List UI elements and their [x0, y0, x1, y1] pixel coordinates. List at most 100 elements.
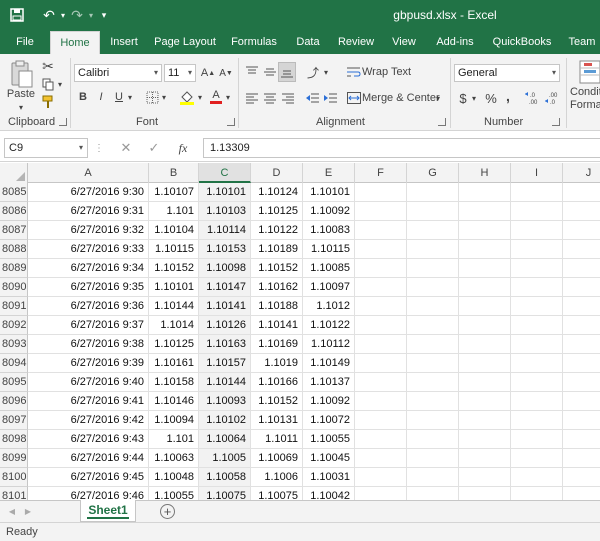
insert-function-icon[interactable]: fx	[172, 139, 194, 157]
tab-file[interactable]: File	[8, 30, 42, 54]
cell-d[interactable]: 1.10189	[251, 240, 303, 259]
tab-view[interactable]: View	[388, 30, 420, 54]
italic-button[interactable]: I	[94, 88, 108, 106]
bottom-align-icon[interactable]	[278, 62, 296, 82]
orientation-dropdown-icon[interactable]: ▾	[322, 64, 330, 80]
font-size-dropdown-icon[interactable]: ▾	[188, 65, 192, 81]
cell-j[interactable]	[563, 354, 600, 373]
cell-b[interactable]: 1.10125	[149, 335, 199, 354]
font-name-combo[interactable]: Calibri ▾	[74, 64, 162, 82]
orientation-icon[interactable]: ⤴	[304, 64, 322, 80]
cell-c[interactable]: 1.10101	[199, 183, 251, 202]
cell-e[interactable]: 1.10101	[303, 183, 355, 202]
column-header-c[interactable]: C	[199, 163, 251, 183]
cell-j[interactable]	[563, 468, 600, 487]
cell-f[interactable]	[355, 316, 407, 335]
tab-formulas[interactable]: Formulas	[226, 30, 282, 54]
cell-a[interactable]: 6/27/2016 9:39	[28, 354, 149, 373]
cell-a[interactable]: 6/27/2016 9:43	[28, 430, 149, 449]
cell-b[interactable]: 1.1014	[149, 316, 199, 335]
cell-b[interactable]: 1.10063	[149, 449, 199, 468]
cell-d[interactable]: 1.10075	[251, 487, 303, 500]
row-header[interactable]: 8092	[0, 316, 28, 335]
paste-button[interactable]: Paste	[4, 88, 38, 100]
format-painter-icon[interactable]	[40, 94, 56, 110]
font-size-combo[interactable]: 11 ▾	[164, 64, 196, 82]
cell-f[interactable]	[355, 259, 407, 278]
cell-c[interactable]: 1.10058	[199, 468, 251, 487]
font-color-dropdown-icon[interactable]: ▾	[224, 88, 232, 106]
name-box-dropdown-icon[interactable]: ▾	[79, 139, 83, 157]
row-header[interactable]: 8085	[0, 183, 28, 202]
merge-center-icon[interactable]	[346, 90, 362, 106]
column-header-d[interactable]: D	[251, 163, 303, 183]
cell-j[interactable]	[563, 430, 600, 449]
cell-h[interactable]	[459, 411, 511, 430]
cell-a[interactable]: 6/27/2016 9:37	[28, 316, 149, 335]
cell-b[interactable]: 1.10158	[149, 373, 199, 392]
column-header-h[interactable]: H	[459, 163, 511, 183]
borders-dropdown-icon[interactable]: ▾	[160, 88, 168, 106]
font-name-dropdown-icon[interactable]: ▾	[154, 65, 158, 81]
conditional-formatting-label-1[interactable]: Conditi	[570, 86, 600, 98]
cell-f[interactable]	[355, 373, 407, 392]
cell-a[interactable]: 6/27/2016 9:33	[28, 240, 149, 259]
cell-b[interactable]: 1.10055	[149, 487, 199, 500]
cell-d[interactable]: 1.10122	[251, 221, 303, 240]
tab-quickbooks[interactable]: QuickBooks	[488, 30, 556, 54]
cell-d[interactable]: 1.1019	[251, 354, 303, 373]
cell-j[interactable]	[563, 297, 600, 316]
column-header-f[interactable]: F	[355, 163, 407, 183]
cell-e[interactable]: 1.10092	[303, 392, 355, 411]
cell-g[interactable]	[407, 430, 459, 449]
cell-h[interactable]	[459, 183, 511, 202]
cell-d[interactable]: 1.10188	[251, 297, 303, 316]
cell-h[interactable]	[459, 221, 511, 240]
column-header-b[interactable]: B	[149, 163, 199, 183]
paste-icon[interactable]	[6, 58, 36, 90]
cell-b[interactable]: 1.10094	[149, 411, 199, 430]
cell-i[interactable]	[511, 278, 563, 297]
wrap-text-icon[interactable]	[346, 64, 362, 80]
cell-j[interactable]	[563, 487, 600, 500]
cell-h[interactable]	[459, 259, 511, 278]
cell-c[interactable]: 1.10157	[199, 354, 251, 373]
cell-h[interactable]	[459, 335, 511, 354]
cell-d[interactable]: 1.10141	[251, 316, 303, 335]
cell-f[interactable]	[355, 202, 407, 221]
cell-g[interactable]	[407, 468, 459, 487]
paste-dropdown-icon[interactable]: ▾	[14, 102, 28, 112]
tab-home[interactable]: Home	[50, 31, 100, 54]
cell-b[interactable]: 1.101	[149, 430, 199, 449]
cell-f[interactable]	[355, 354, 407, 373]
cell-g[interactable]	[407, 335, 459, 354]
cell-a[interactable]: 6/27/2016 9:30	[28, 183, 149, 202]
cell-d[interactable]: 1.10152	[251, 392, 303, 411]
cell-h[interactable]	[459, 278, 511, 297]
cell-h[interactable]	[459, 240, 511, 259]
font-color-icon[interactable]: A	[208, 88, 224, 106]
cell-f[interactable]	[355, 297, 407, 316]
cell-g[interactable]	[407, 221, 459, 240]
cell-j[interactable]	[563, 221, 600, 240]
row-header[interactable]: 8101	[0, 487, 28, 500]
column-header-j[interactable]: J	[563, 163, 600, 183]
row-header[interactable]: 8086	[0, 202, 28, 221]
cell-b[interactable]: 1.10152	[149, 259, 199, 278]
cell-j[interactable]	[563, 335, 600, 354]
worksheet-grid[interactable]: A B C D E F G H I J 8085 6/27/2016 9:30 1.…	[0, 163, 600, 500]
cell-e[interactable]: 1.10115	[303, 240, 355, 259]
tab-review[interactable]: Review	[334, 30, 378, 54]
cell-j[interactable]	[563, 259, 600, 278]
cell-f[interactable]	[355, 335, 407, 354]
cancel-icon[interactable]: ✕	[116, 139, 136, 157]
cell-a[interactable]: 6/27/2016 9:38	[28, 335, 149, 354]
cell-c[interactable]: 1.10141	[199, 297, 251, 316]
new-sheet-icon[interactable]: +	[160, 504, 175, 519]
cell-h[interactable]	[459, 468, 511, 487]
row-header[interactable]: 8095	[0, 373, 28, 392]
cell-i[interactable]	[511, 202, 563, 221]
conditional-formatting-label-2[interactable]: Formatt	[570, 99, 600, 111]
cell-e[interactable]: 1.10042	[303, 487, 355, 500]
cell-a[interactable]: 6/27/2016 9:34	[28, 259, 149, 278]
